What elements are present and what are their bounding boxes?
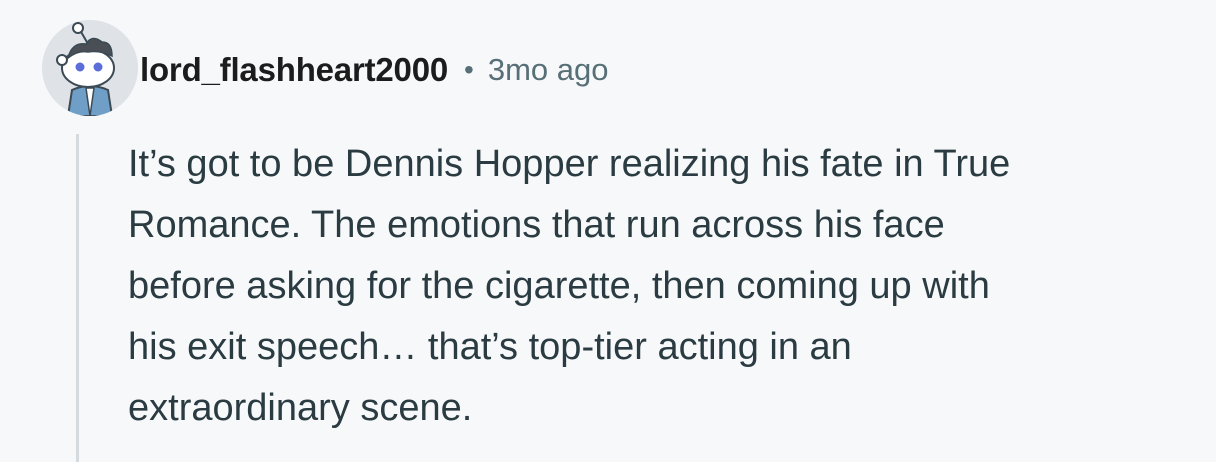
- snoo-avatar-graphic: [42, 20, 138, 116]
- author-username[interactable]: lord_flashheart2000: [140, 51, 448, 89]
- comment-body-line: extraordinary scene.: [128, 387, 473, 429]
- thread-collapse-line[interactable]: [76, 134, 79, 462]
- comment-header: lord_flashheart2000 • 3mo ago: [140, 46, 608, 94]
- comment-body-line: It’s got to be Dennis Hopper realizing h…: [128, 143, 1011, 185]
- snoo-avatar-icon[interactable]: [42, 20, 138, 116]
- comment-body-line: before asking for the cigarette, then co…: [128, 265, 990, 307]
- meta-separator: •: [464, 54, 474, 85]
- comment-body: It’s got to be Dennis Hopper realizing h…: [128, 134, 1188, 439]
- comment: lord_flashheart2000 • 3mo ago It’s got t…: [0, 0, 1216, 462]
- comment-timestamp[interactable]: 3mo ago: [488, 52, 609, 88]
- comment-body-line: Romance. The emotions that run across hi…: [128, 204, 945, 246]
- comment-body-line: his exit speech… that’s top-tier acting …: [128, 326, 852, 368]
